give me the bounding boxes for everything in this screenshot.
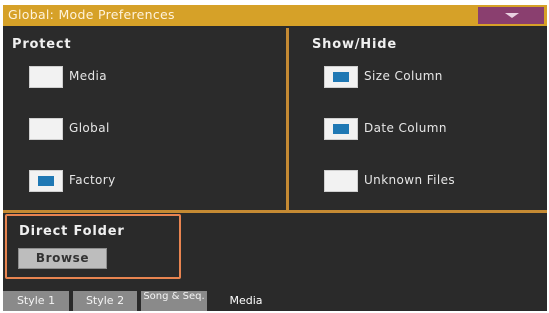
page-menu-button[interactable] [478, 7, 544, 24]
checkbox-mark [38, 176, 54, 186]
chevron-down-icon [505, 13, 519, 18]
size-column-label: Size Column [364, 69, 443, 83]
browse-button[interactable]: Browse [18, 248, 107, 269]
horizontal-divider [3, 210, 547, 213]
vertical-divider [286, 28, 289, 210]
show-hide-panel: Show/Hide Size Column Date Column Unknow… [290, 28, 547, 210]
page-tabs: Style 1 Style 2 Song & Seq. Media [3, 291, 547, 311]
protect-global-checkbox[interactable] [29, 118, 63, 140]
checkbox-mark [333, 72, 349, 82]
tab-style-2[interactable]: Style 2 [73, 291, 139, 311]
protect-title: Protect [12, 37, 72, 52]
tab-media[interactable]: Media [211, 291, 281, 311]
preferences-screen: Global: Mode Preferences Protect Media G… [3, 5, 547, 311]
size-column-checkbox[interactable] [324, 66, 358, 88]
direct-folder-title: Direct Folder [19, 224, 125, 239]
checkbox-mark [333, 124, 349, 134]
protect-panel: Protect Media Global Factory [4, 28, 286, 210]
date-column-checkbox[interactable] [324, 118, 358, 140]
direct-folder-section: Direct Folder Browse [5, 214, 181, 279]
protect-media-checkbox[interactable] [29, 66, 63, 88]
protect-global-label: Global [69, 121, 110, 135]
show-hide-title: Show/Hide [312, 37, 397, 52]
unknown-files-label: Unknown Files [364, 173, 456, 187]
protect-factory-label: Factory [69, 173, 116, 187]
title-bar: Global: Mode Preferences [3, 5, 547, 26]
unknown-files-checkbox[interactable] [324, 170, 358, 192]
protect-factory-checkbox[interactable] [29, 170, 63, 192]
tab-song-seq[interactable]: Song & Seq. [141, 291, 209, 311]
protect-media-label: Media [69, 69, 108, 83]
tab-style-1[interactable]: Style 1 [3, 291, 71, 311]
date-column-label: Date Column [364, 121, 447, 135]
window-title: Global: Mode Preferences [8, 7, 175, 22]
